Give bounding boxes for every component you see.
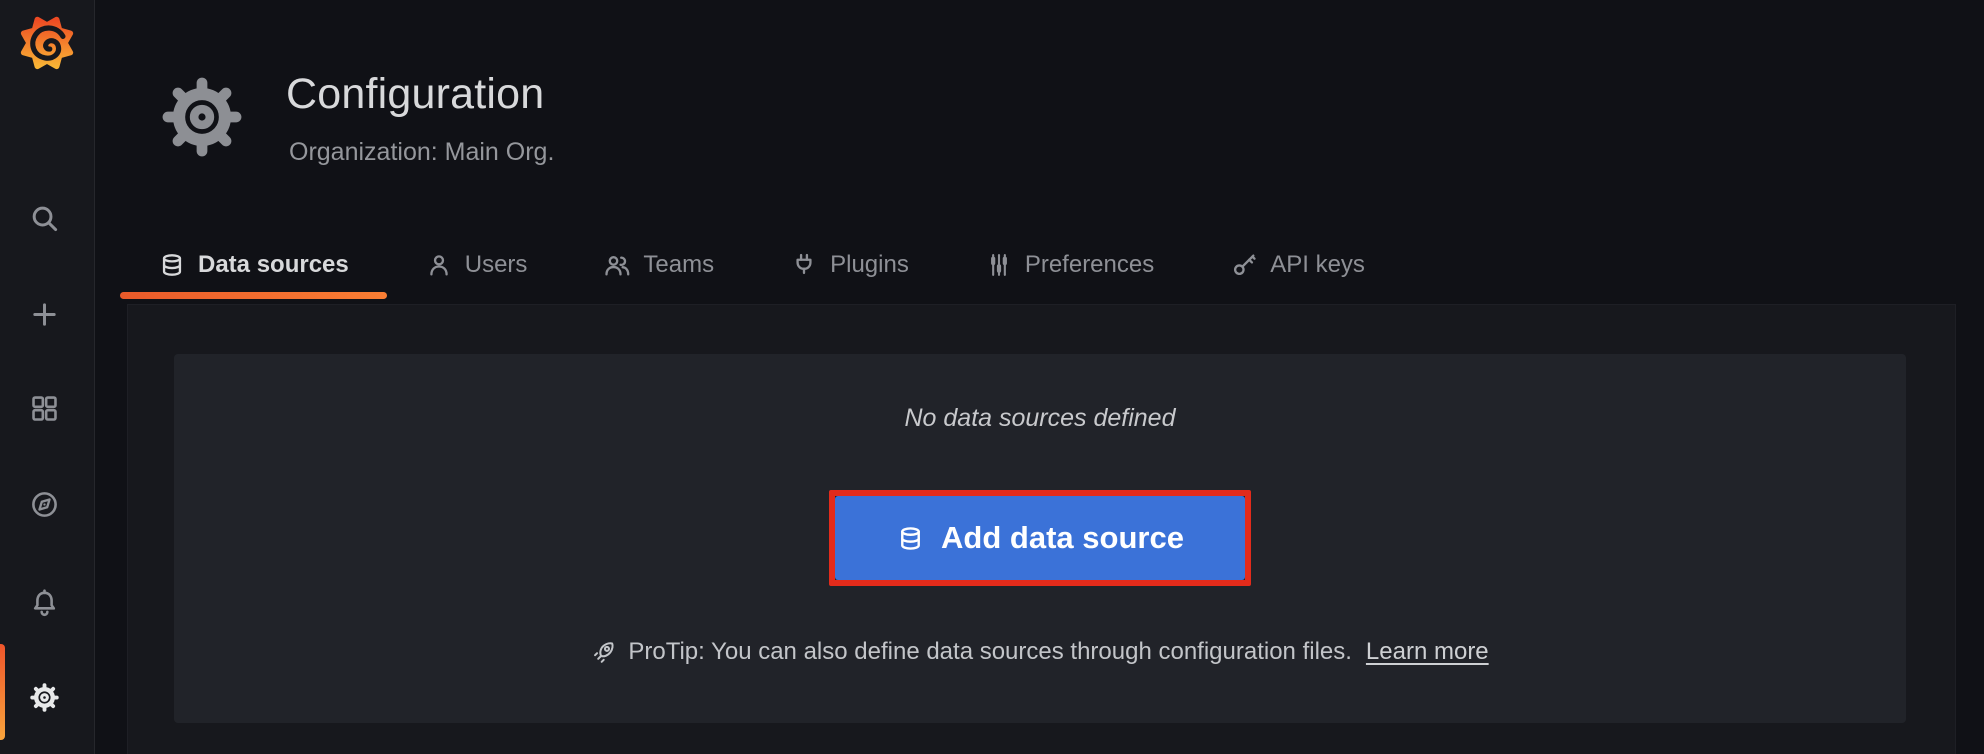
search-icon: [29, 203, 60, 234]
tab-users[interactable]: Users: [387, 240, 566, 290]
key-icon: [1230, 251, 1258, 279]
plug-icon: [790, 251, 818, 279]
empty-state-message: No data sources defined: [904, 404, 1175, 433]
sliders-icon: [985, 251, 1013, 279]
plus-icon: [29, 299, 60, 330]
page-subtitle: Organization: Main Org.: [289, 138, 554, 167]
sidebar-item-search[interactable]: [22, 196, 66, 240]
dashboards-grid-icon: [29, 393, 60, 424]
grafana-logo[interactable]: [17, 12, 77, 72]
page-title: Configuration: [286, 70, 544, 119]
users-icon: [603, 251, 631, 279]
tab-label: Users: [465, 251, 528, 279]
sidebar-item-dashboards[interactable]: [22, 386, 66, 430]
protip-text: ProTip: You can also define data sources…: [628, 638, 1352, 666]
config-tabs: Data sources Users Teams: [120, 240, 1403, 290]
learn-more-link[interactable]: Learn more: [1366, 638, 1489, 666]
protip-row: ProTip: You can also define data sources…: [591, 638, 1488, 666]
bell-icon: [29, 587, 60, 618]
sidebar-item-explore[interactable]: [22, 482, 66, 526]
page-header-gear-icon: [159, 74, 245, 160]
tab-api-keys[interactable]: API keys: [1192, 240, 1403, 290]
sidebar: [0, 0, 95, 754]
tab-plugins[interactable]: Plugins: [752, 240, 947, 290]
add-data-source-button[interactable]: Add data source: [835, 496, 1245, 580]
sidebar-item-alerting[interactable]: [22, 580, 66, 624]
active-item-indicator: [0, 644, 5, 740]
gear-icon: [29, 682, 60, 713]
user-icon: [425, 251, 453, 279]
tab-label: Preferences: [1025, 251, 1154, 279]
tab-label: Plugins: [830, 251, 909, 279]
database-icon: [158, 251, 186, 279]
sidebar-item-configuration[interactable]: [22, 675, 66, 719]
tab-label: Data sources: [198, 251, 349, 279]
add-data-source-label: Add data source: [941, 520, 1184, 556]
database-icon: [896, 524, 925, 553]
compass-icon: [29, 489, 60, 520]
tab-teams[interactable]: Teams: [565, 240, 752, 290]
sidebar-item-create[interactable]: [22, 292, 66, 336]
annotation-highlight: Add data source: [829, 490, 1251, 586]
data-sources-empty-panel: No data sources defined Add data source: [174, 354, 1906, 723]
tab-preferences[interactable]: Preferences: [947, 240, 1192, 290]
grafana-app-window: Configuration Organization: Main Org. Da…: [0, 0, 1984, 754]
tab-label: API keys: [1270, 251, 1365, 279]
content-card: No data sources defined Add data source: [127, 304, 1956, 754]
tab-data-sources[interactable]: Data sources: [120, 240, 387, 290]
rocket-icon: [591, 639, 618, 666]
tab-label: Teams: [643, 251, 714, 279]
